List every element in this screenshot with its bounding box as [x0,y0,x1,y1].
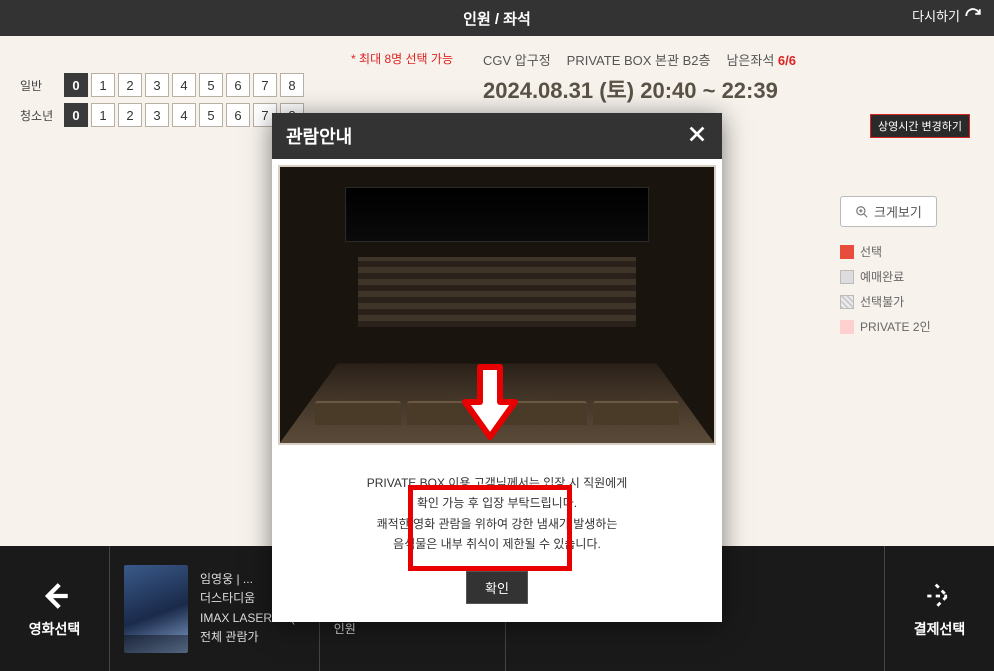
modal-body: PRIVATE BOX 이용 고객님께서는 입장 시 직원에게 확인 가능 후 … [272,451,722,622]
modal-text-line: PRIVATE BOX 이용 고객님께서는 입장 시 직원에게 [300,473,694,493]
annotation-arrow-icon [460,362,520,442]
modal-text-line: 확인 가능 후 입장 부탁드립니다. [300,493,694,513]
modal-header: 관람안내 [272,113,722,159]
modal-text-line: 음식물은 내부 취식이 제한될 수 있습니다. [300,534,694,554]
modal-text-line: 쾌적한 영화 관람을 위하여 강한 냄새가 발생하는 [300,514,694,534]
modal-title: 관람안내 [286,123,352,149]
close-icon [686,123,708,145]
modal-close-button[interactable] [686,123,708,150]
modal-confirm-button[interactable]: 확인 [466,571,528,604]
modal-overlay: 관람안내 PRIVATE BOX 이용 고객님께서는 입장 시 직원에게 확인 … [0,0,994,671]
